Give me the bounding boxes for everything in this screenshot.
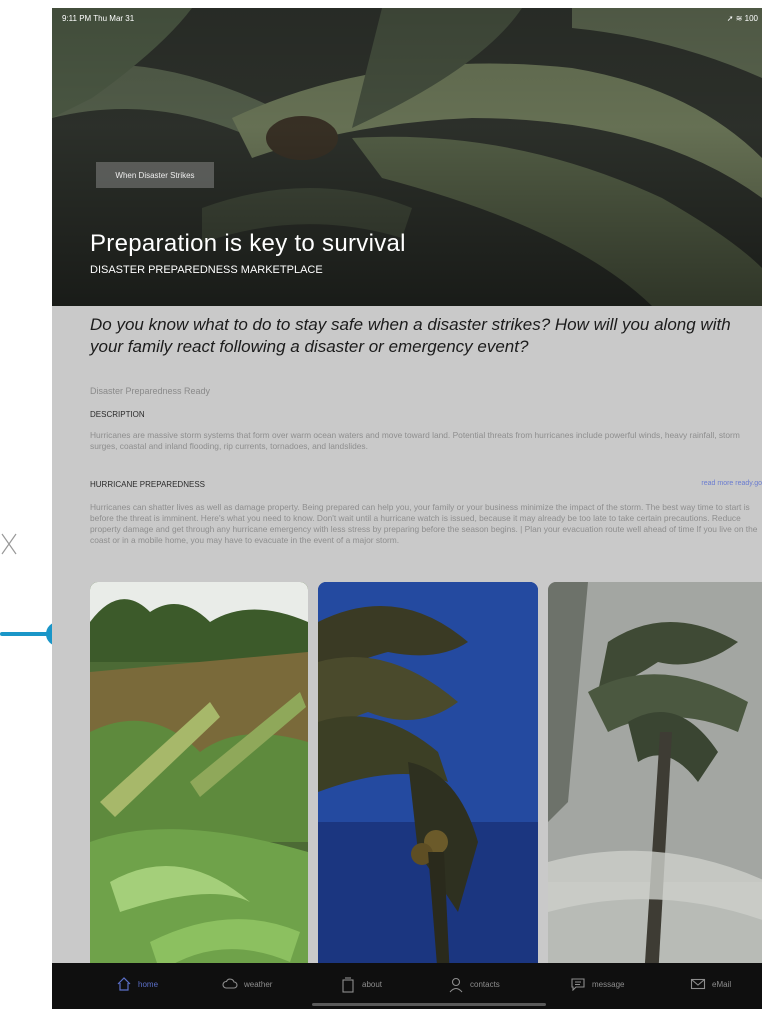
- side-mark: [0, 528, 18, 558]
- description-text: Hurricanes are massive storm systems tha…: [90, 430, 740, 451]
- document-icon: [340, 977, 356, 993]
- person-icon: [448, 977, 464, 993]
- tab-email[interactable]: eMail: [690, 977, 731, 991]
- hurricane-heading: HURRICANE PREPAREDNESS: [90, 480, 205, 489]
- bottom-tab-bar: home weather about contacts message eMai…: [52, 963, 762, 1009]
- wifi-icon: ≋: [735, 14, 743, 23]
- tab-home-label: home: [138, 979, 159, 989]
- hero-overlay: [52, 8, 762, 306]
- tab-contacts-label: contacts: [470, 979, 500, 989]
- tab-message-label: message: [592, 979, 625, 989]
- storm-palm-image: [548, 582, 762, 978]
- tab-about-label: about: [362, 979, 383, 989]
- tab-home[interactable]: home: [116, 977, 158, 991]
- mail-icon: [690, 977, 706, 991]
- category-chip[interactable]: When Disaster Strikes: [96, 162, 214, 188]
- windy-palm-image: [318, 582, 538, 978]
- app-screen: 9:11 PM Thu Mar 31 ➚ ≋ 100 When Disaster…: [52, 8, 762, 1009]
- intro-question: Do you know what to do to stay safe when…: [90, 315, 731, 356]
- hero-banner: 9:11 PM Thu Mar 31 ➚ ≋ 100 When Disaster…: [52, 8, 762, 306]
- photo-card-windy-palm[interactable]: [318, 582, 538, 978]
- read-more-link[interactable]: read more ready.go: [701, 480, 762, 487]
- description-heading: DESCRIPTION: [90, 410, 145, 419]
- home-icon: [116, 977, 132, 991]
- tab-contacts[interactable]: contacts: [448, 977, 500, 993]
- tab-message[interactable]: message: [570, 977, 624, 991]
- cloud-icon: [222, 977, 238, 991]
- tab-weather-label: weather: [244, 979, 273, 989]
- location-icon: ➚: [726, 14, 734, 23]
- banana-field-image: [90, 582, 308, 978]
- ready-label: Disaster Preparedness Ready: [90, 386, 211, 396]
- message-icon: [570, 977, 586, 991]
- tab-about[interactable]: about: [340, 977, 383, 993]
- photo-card-banana-field[interactable]: [90, 582, 308, 978]
- status-icons: ➚ ≋ 100: [727, 14, 758, 23]
- hurricane-text: Hurricanes can shatter lives as well as …: [90, 502, 758, 545]
- hero-title: Preparation is key to survival: [90, 230, 406, 257]
- tab-email-label: eMail: [712, 979, 732, 989]
- status-time: 9:11 PM Thu Mar 31: [62, 14, 135, 23]
- home-indicator: [312, 1003, 546, 1006]
- tab-weather[interactable]: weather: [222, 977, 272, 991]
- photo-card-storm-palm[interactable]: [548, 582, 762, 978]
- hero-subtitle: DISASTER PREPAREDNESS MARKETPLACE: [90, 264, 323, 276]
- battery-level: 100: [744, 14, 758, 23]
